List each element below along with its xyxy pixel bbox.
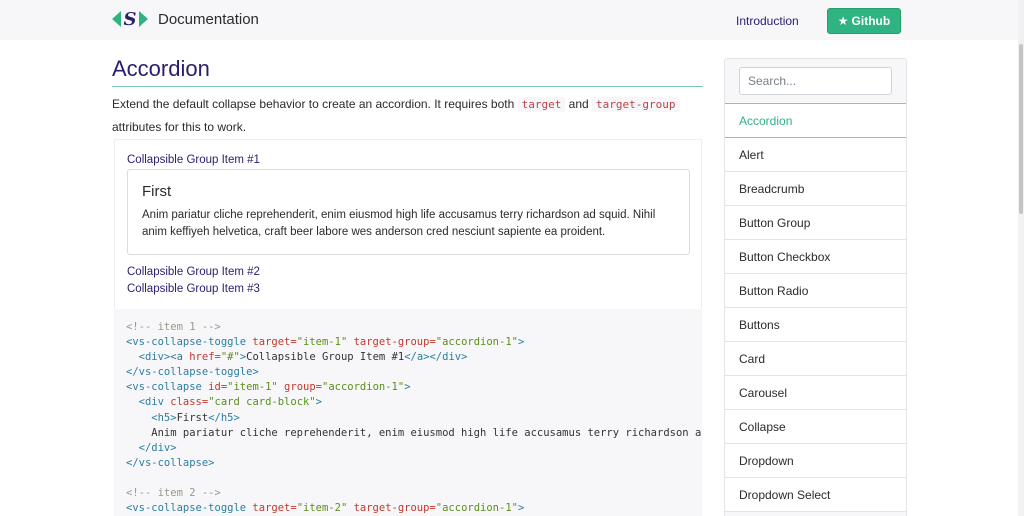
sidebar-item-alert[interactable]: Alert	[725, 137, 906, 172]
code-tag: </a></div>	[404, 351, 468, 364]
code-attr: target-group=	[347, 502, 436, 515]
code-string: "item-1"	[227, 381, 278, 394]
code-tag: <div><a	[126, 351, 183, 364]
page-scrollbar[interactable]	[1018, 0, 1024, 516]
card-title: First	[142, 183, 172, 200]
card-text: Anim pariatur cliche reprehenderit, enim…	[142, 209, 656, 238]
code-string: "card card-block"	[208, 396, 316, 409]
code-string: "accordion-1"	[322, 381, 405, 394]
code-tag: <h5>	[126, 411, 177, 424]
accordion-card: First Anim pariatur cliche reprehenderit…	[127, 169, 690, 255]
brand[interactable]: S Documentation	[112, 8, 259, 30]
star-icon: ★	[837, 14, 849, 28]
nav-link-introduction[interactable]: Introduction	[736, 14, 799, 28]
search-input[interactable]	[739, 67, 892, 95]
code-attr: target=	[246, 336, 297, 349]
code-string: "#"	[220, 351, 240, 364]
code-tag: >	[517, 336, 525, 349]
code-text: <!-- item 1 --> <vs-collapse-toggle targ…	[126, 320, 701, 516]
code-tag: <vs-collapse-toggle	[126, 502, 247, 515]
accordion-example: Collapsible Group Item #1 First Anim par…	[114, 139, 702, 309]
code-tag: </vs-collapse>	[126, 456, 215, 469]
code-attr: class=	[163, 396, 209, 409]
code-string: "item-1"	[296, 336, 348, 349]
code-tag: <vs-collapse-toggle	[126, 336, 247, 349]
sidebar-item-dropdown-select[interactable]: Dropdown Select	[725, 477, 906, 512]
code-text-node: Anim pariatur cliche reprehenderit, enim…	[126, 426, 702, 439]
code-attr: target=	[246, 502, 297, 515]
title-divider	[112, 86, 703, 87]
code-comment: <!-- item 1 -->	[126, 321, 221, 333]
brand-title: Documentation	[158, 10, 259, 28]
sidebar-item-accordion[interactable]: Accordion	[725, 103, 906, 138]
code-block: <!-- item 1 --> <vs-collapse-toggle targ…	[114, 309, 702, 516]
github-button[interactable]: ★ Github	[827, 8, 901, 34]
code-comment: <!-- item 2 -->	[126, 487, 221, 500]
code-tag: </vs-collapse-toggle>	[126, 366, 259, 379]
accordion-toggle-item-1[interactable]: Collapsible Group Item #1	[127, 154, 260, 166]
code-text-node: Collapsible Group Item #1	[246, 351, 405, 364]
code-tag: >	[404, 381, 411, 394]
inline-code-target: target	[517, 97, 566, 112]
sidebar-item-breadcrumb[interactable]: Breadcrumb	[725, 171, 906, 206]
code-attr: target-group=	[347, 336, 436, 349]
sidebar-item-buttons[interactable]: Buttons	[725, 307, 906, 342]
sidebar-item-carousel[interactable]: Carousel	[725, 375, 906, 410]
code-tag: </div>	[126, 441, 177, 454]
brand-logo-icon: S	[112, 9, 148, 30]
accordion-toggle-item-2[interactable]: Collapsible Group Item #2	[127, 266, 260, 278]
code-attr: href=	[182, 351, 221, 364]
code-tag: <div	[126, 396, 164, 409]
scrollbar-thumb[interactable]	[1019, 44, 1023, 214]
intro-text-part: Extend the default collapse behavior to …	[112, 97, 518, 111]
sidebar-item-card[interactable]: Card	[725, 341, 906, 376]
code-attr: id=	[201, 381, 228, 394]
code-tag: >	[517, 502, 525, 515]
sidebar-item-button-checkbox[interactable]: Button Checkbox	[725, 239, 906, 274]
github-button-label: Github	[851, 14, 891, 28]
intro-text: Extend the default collapse behavior to …	[112, 93, 703, 138]
page-title: Accordion	[112, 56, 210, 81]
sidebar-menu: Accordion Alert Breadcrumb Button Group …	[725, 103, 906, 512]
code-tag: </h5>	[208, 411, 240, 424]
sidebar-item-button-radio[interactable]: Button Radio	[725, 273, 906, 308]
code-string: "item-2"	[296, 502, 348, 515]
code-string: "accordion-1"	[435, 336, 518, 349]
code-string: "accordion-1"	[435, 502, 518, 515]
code-attr: group=	[277, 381, 322, 394]
sidebar-item-button-group[interactable]: Button Group	[725, 205, 906, 240]
sidebar-item-collapse[interactable]: Collapse	[725, 409, 906, 444]
code-text-node: First	[176, 411, 209, 424]
svg-text:S: S	[124, 9, 137, 30]
sidebar-item-dropdown[interactable]: Dropdown	[725, 443, 906, 478]
accordion-toggle-item-3[interactable]: Collapsible Group Item #3	[127, 283, 260, 295]
inline-code-target-group: target-group	[592, 97, 680, 112]
intro-text-part: and	[565, 97, 593, 111]
navbar: S Documentation Introduction ★ Github	[0, 0, 1024, 40]
code-tag: <vs-collapse	[126, 381, 202, 394]
sidebar: Accordion Alert Breadcrumb Button Group …	[724, 58, 907, 516]
code-tag: >	[315, 396, 322, 409]
intro-text-part: attributes for this to work.	[112, 120, 247, 134]
